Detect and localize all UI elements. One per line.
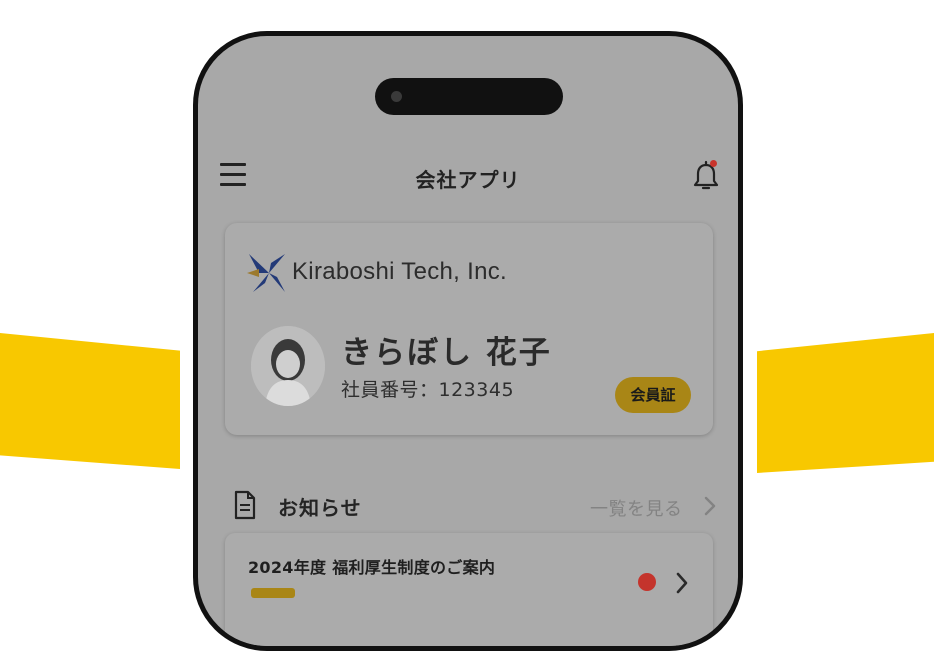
notification-badge-dot (710, 160, 717, 167)
chevron-right-icon[interactable] (704, 495, 716, 517)
app-title: 会社アプリ (415, 168, 521, 192)
decorative-yellow-band-left (0, 333, 180, 469)
chevron-right-icon[interactable] (675, 571, 689, 595)
notification-bell[interactable] (691, 160, 721, 192)
profile-photo (251, 326, 325, 406)
news-item-title: 2024年度 福利厚生制度のご案内 (248, 558, 496, 577)
company-name: Kiraboshi Tech, Inc. (292, 258, 508, 285)
member-card[interactable]: Kiraboshi Tech, Inc. きらぼし 花子 社員番号：123345… (225, 223, 713, 435)
front-camera (391, 91, 402, 102)
document-icon (234, 490, 256, 520)
membership-badge-button[interactable]: 会員証 (615, 377, 691, 413)
phone-frame: 会社アプリ Kiraboshi Tech, Inc. きらぼし 花子 社員番号：… (193, 31, 743, 651)
avatar (251, 326, 325, 406)
news-category-tag (251, 588, 295, 598)
news-list-item[interactable]: 2024年度 福利厚生制度のご案内 (225, 533, 713, 646)
dynamic-island (375, 78, 563, 115)
employee-number: 社員番号：123345 (341, 379, 515, 401)
unread-indicator (638, 573, 656, 591)
view-all-link[interactable]: 一覧を見る (590, 495, 683, 521)
member-name: きらぼし 花子 (341, 335, 552, 371)
decorative-yellow-band-right (757, 333, 934, 473)
company-logo-icon (247, 254, 285, 292)
news-section-title: お知らせ (278, 496, 362, 520)
